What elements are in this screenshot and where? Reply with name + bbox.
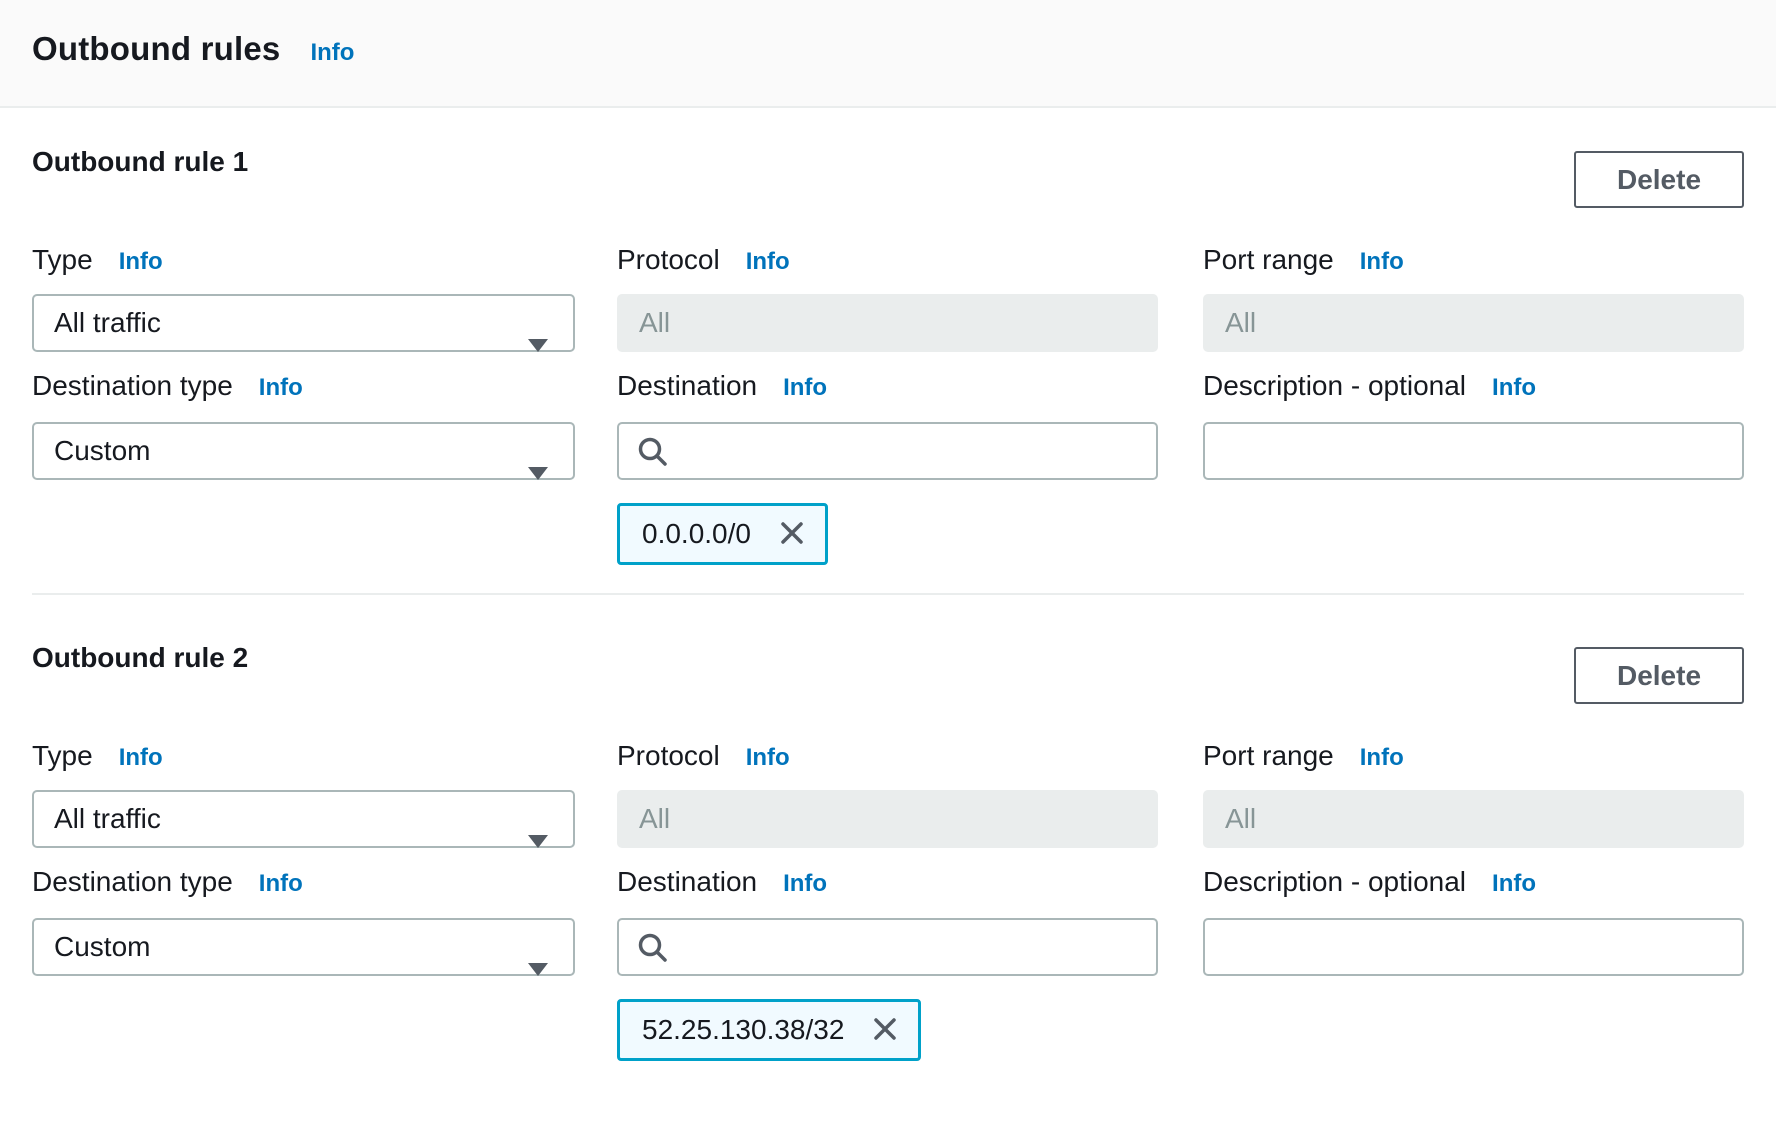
- protocol-info-link[interactable]: Info: [746, 744, 790, 772]
- destination-label-row: Destination Info: [617, 866, 827, 898]
- destination-type-label: Destination type: [32, 866, 233, 898]
- outbound-rules-panel: Outbound rules Info Outbound rule 1 Dele…: [0, 0, 1776, 1146]
- destination-type-label-row: Destination type Info: [32, 866, 303, 898]
- destination-search-input[interactable]: [617, 918, 1158, 976]
- description-label-row: Description - optional Info: [1203, 866, 1536, 898]
- destination-type-label: Destination type: [32, 370, 233, 402]
- type-label: Type: [32, 244, 93, 276]
- rule-heading: Outbound rule 1: [32, 146, 248, 178]
- panel-header: Outbound rules Info: [0, 0, 1776, 108]
- destination-token-value: 52.25.130.38/32: [642, 1014, 844, 1046]
- port-range-label: Port range: [1203, 740, 1334, 772]
- close-icon: [870, 1014, 900, 1047]
- port-range-info-link[interactable]: Info: [1360, 248, 1404, 276]
- rule-divider: [32, 593, 1744, 595]
- protocol-field-wrap: [617, 294, 1158, 352]
- destination-search-wrap: [617, 422, 1158, 480]
- port-range-field-wrap: [1203, 294, 1744, 352]
- port-range-label: Port range: [1203, 244, 1334, 276]
- destination-label: Destination: [617, 370, 757, 402]
- destination-info-link[interactable]: Info: [783, 374, 827, 402]
- destination-search-wrap: [617, 918, 1158, 976]
- description-label: Description - optional: [1203, 866, 1466, 898]
- destination-label-row: Destination Info: [617, 370, 827, 402]
- protocol-label-row: Protocol Info: [617, 244, 790, 276]
- description-input[interactable]: [1203, 918, 1744, 976]
- description-field-wrap: [1203, 918, 1744, 976]
- caret-down-icon: [527, 317, 549, 371]
- destination-type-label-row: Destination type Info: [32, 370, 303, 402]
- protocol-field-wrap: [617, 790, 1158, 848]
- destination-type-select[interactable]: Custom: [32, 422, 575, 480]
- destination-token: 0.0.0.0/0: [617, 503, 828, 565]
- port-range-label-row: Port range Info: [1203, 244, 1404, 276]
- type-label: Type: [32, 740, 93, 772]
- type-label-row: Type Info: [32, 244, 163, 276]
- destination-type-select-value: Custom: [54, 931, 150, 962]
- page-title: Outbound rules: [32, 30, 280, 68]
- protocol-input: [617, 294, 1158, 352]
- rule-heading: Outbound rule 2: [32, 642, 248, 674]
- caret-down-icon: [527, 445, 549, 499]
- protocol-label: Protocol: [617, 740, 720, 772]
- type-info-link[interactable]: Info: [119, 248, 163, 276]
- destination-label: Destination: [617, 866, 757, 898]
- type-select[interactable]: All traffic: [32, 294, 575, 352]
- type-select-value: All traffic: [54, 307, 161, 338]
- port-range-input: [1203, 294, 1744, 352]
- description-field-wrap: [1203, 422, 1744, 480]
- destination-type-info-link[interactable]: Info: [259, 870, 303, 898]
- destination-token-value: 0.0.0.0/0: [642, 518, 751, 550]
- type-label-row: Type Info: [32, 740, 163, 772]
- port-range-label-row: Port range Info: [1203, 740, 1404, 772]
- caret-down-icon: [527, 813, 549, 867]
- description-input[interactable]: [1203, 422, 1744, 480]
- description-info-link[interactable]: Info: [1492, 870, 1536, 898]
- description-info-link[interactable]: Info: [1492, 374, 1536, 402]
- destination-token: 52.25.130.38/32: [617, 999, 921, 1061]
- description-label: Description - optional: [1203, 370, 1466, 402]
- destination-search-input[interactable]: [617, 422, 1158, 480]
- caret-down-icon: [527, 941, 549, 995]
- port-range-field-wrap: [1203, 790, 1744, 848]
- token-dismiss-button[interactable]: [777, 518, 807, 551]
- protocol-info-link[interactable]: Info: [746, 248, 790, 276]
- delete-rule-button[interactable]: Delete: [1574, 151, 1744, 208]
- type-info-link[interactable]: Info: [119, 744, 163, 772]
- port-range-input: [1203, 790, 1744, 848]
- protocol-label: Protocol: [617, 244, 720, 276]
- destination-type-info-link[interactable]: Info: [259, 374, 303, 402]
- type-select-value: All traffic: [54, 803, 161, 834]
- type-select[interactable]: All traffic: [32, 790, 575, 848]
- port-range-info-link[interactable]: Info: [1360, 744, 1404, 772]
- outbound-rule-2-section: Outbound rule 2 Delete Type Info Protoco…: [0, 606, 1776, 1102]
- header-info-link[interactable]: Info: [310, 39, 354, 67]
- outbound-rule-1-section: Outbound rule 1 Delete Type Info Protoco…: [0, 110, 1776, 606]
- destination-type-select-value: Custom: [54, 435, 150, 466]
- description-label-row: Description - optional Info: [1203, 370, 1536, 402]
- close-icon: [777, 518, 807, 551]
- destination-info-link[interactable]: Info: [783, 870, 827, 898]
- destination-type-select[interactable]: Custom: [32, 918, 575, 976]
- token-dismiss-button[interactable]: [870, 1014, 900, 1047]
- protocol-label-row: Protocol Info: [617, 740, 790, 772]
- delete-rule-button[interactable]: Delete: [1574, 647, 1744, 704]
- protocol-input: [617, 790, 1158, 848]
